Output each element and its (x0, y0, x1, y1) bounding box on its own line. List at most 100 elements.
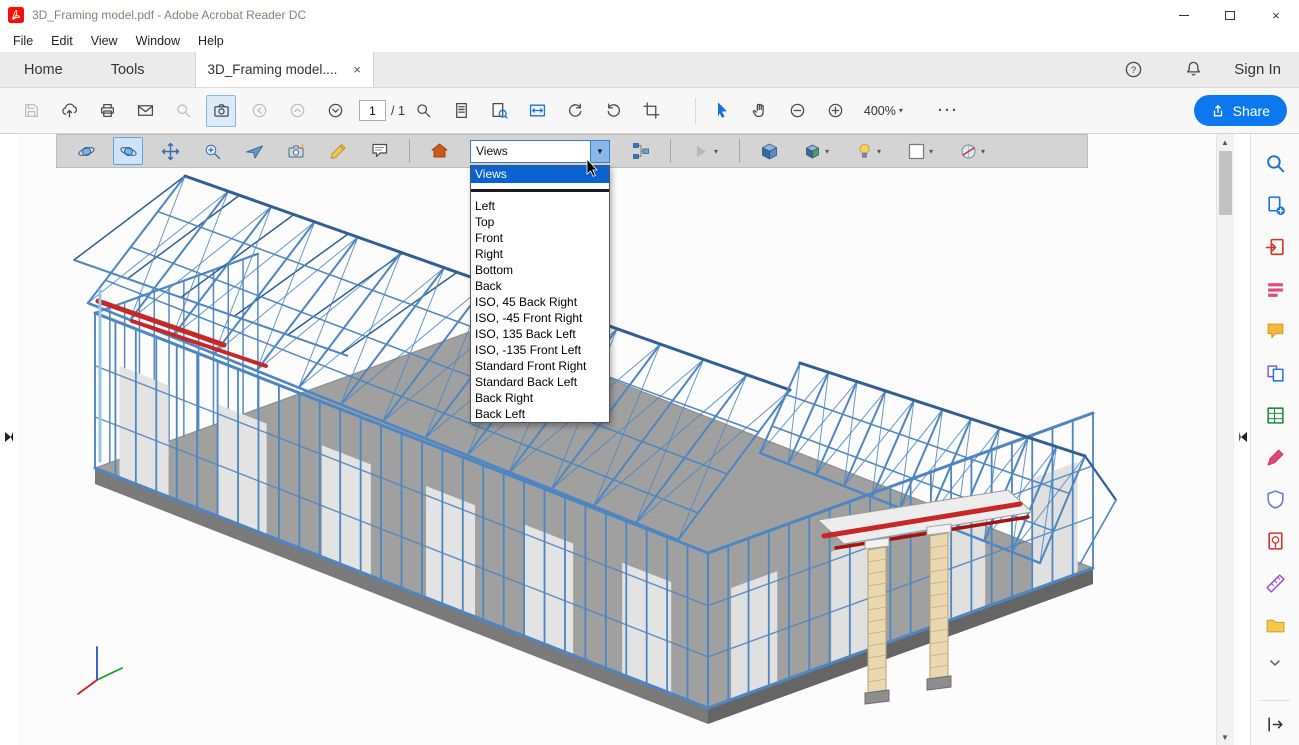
measure-3d-button[interactable] (323, 137, 353, 165)
menu-file[interactable]: File (4, 32, 42, 50)
views-dropdown-item[interactable]: ISO, 135 Back Left (471, 326, 609, 342)
more-tools-chevron-button[interactable] (1258, 654, 1292, 672)
views-dropdown-item[interactable]: Back Right (471, 390, 609, 406)
organize-pages-button[interactable] (1258, 276, 1292, 302)
views-dropdown-item[interactable]: Top (471, 214, 609, 230)
sign-in-button[interactable]: Sign In (1234, 61, 1281, 78)
spin-3d-button[interactable] (113, 137, 143, 165)
views-dropdown-item[interactable]: Left (471, 198, 609, 214)
play-icon (692, 142, 711, 161)
zoom-out-button[interactable] (783, 95, 813, 127)
more-tools-button[interactable]: ··· (938, 102, 959, 119)
panel-search-button[interactable] (1258, 150, 1292, 176)
zoom-3d-button[interactable] (197, 137, 227, 165)
tab-tools[interactable]: Tools (87, 52, 169, 87)
zoom-in-button[interactable] (821, 95, 851, 127)
maximize-button[interactable] (1207, 0, 1253, 30)
close-button[interactable]: × (1253, 0, 1299, 30)
3d-model-canvas[interactable] (18, 168, 1216, 745)
save-button[interactable] (16, 95, 46, 127)
files-button[interactable] (1258, 612, 1292, 638)
comment-button[interactable] (1258, 318, 1292, 344)
previous-view-button[interactable] (244, 95, 274, 127)
rotate-ccw-button[interactable] (561, 95, 591, 127)
notifications-button[interactable] (1178, 54, 1208, 86)
render-cube-button[interactable] (754, 137, 784, 165)
expand-left-pane-button[interactable] (5, 432, 13, 442)
render-mode-button[interactable]: ▾ (796, 137, 836, 165)
comment-3d-button[interactable] (365, 137, 395, 165)
open-tools-pane-button[interactable] (1258, 711, 1292, 737)
combine-files-button[interactable] (1258, 360, 1292, 386)
views-dropdown-item[interactable]: Standard Back Left (471, 374, 609, 390)
document-tab-close-button[interactable]: × (353, 62, 361, 77)
panel-search-icon (1265, 153, 1286, 174)
pdf-standards-icon (1265, 531, 1286, 552)
protect-button[interactable] (1258, 486, 1292, 512)
print-button[interactable] (92, 95, 122, 127)
fit-width-button[interactable] (523, 95, 553, 127)
fill-sign-button[interactable] (1258, 444, 1292, 470)
crop-button[interactable] (637, 95, 667, 127)
views-dropdown-item[interactable]: Standard Front Right (471, 358, 609, 374)
page-number-input[interactable] (359, 100, 386, 121)
tabbar-right-group: ? Sign In (1114, 52, 1299, 87)
default-view-button[interactable] (424, 137, 454, 165)
zoom-region-button[interactable] (485, 95, 515, 127)
share-button[interactable]: Share (1194, 95, 1287, 126)
hand-tool-button[interactable] (745, 95, 775, 127)
camera-3d-button[interactable] (281, 137, 311, 165)
pdf-standards-button[interactable] (1258, 528, 1292, 554)
create-pdf-button[interactable] (1258, 192, 1292, 218)
page-display-button[interactable] (447, 95, 477, 127)
model-tree-button[interactable] (626, 137, 656, 165)
menu-help[interactable]: Help (189, 32, 233, 50)
render-mode-caret-icon: ▾ (825, 147, 829, 156)
tab-document[interactable]: 3D_Framing model.... × (195, 52, 374, 87)
help-button[interactable]: ? (1118, 54, 1148, 86)
scroll-up-button[interactable]: ▲ (1217, 134, 1233, 150)
menu-view[interactable]: View (82, 32, 127, 50)
collapse-right-pane-button[interactable] (1239, 432, 1247, 442)
fly-3d-button[interactable] (239, 137, 269, 165)
menu-edit[interactable]: Edit (42, 32, 82, 50)
email-button[interactable] (130, 95, 160, 127)
find-button[interactable] (409, 95, 439, 127)
menu-window[interactable]: Window (127, 32, 189, 50)
views-dropdown-item[interactable]: ISO, -135 Front Left (471, 342, 609, 358)
scrollbar-thumb[interactable] (1219, 151, 1232, 215)
camera-3d-icon (287, 142, 306, 161)
pan-3d-button[interactable] (155, 137, 185, 165)
views-dropdown-item[interactable]: ISO, 45 Back Right (471, 294, 609, 310)
views-dropdown-item[interactable]: Back (471, 278, 609, 294)
views-dropdown-item[interactable]: Right (471, 246, 609, 262)
measure-panel-button[interactable] (1258, 570, 1292, 596)
upload-share-button[interactable] (54, 95, 84, 127)
tab-home[interactable]: Home (0, 52, 87, 87)
title-bar: 3D_Framing model.pdf - Adobe Acrobat Rea… (0, 0, 1299, 30)
views-combobox[interactable]: Views ▼ Views Left Top Front Right Botto… (470, 140, 610, 163)
zoom-level-dropdown[interactable]: 400%▾ (859, 95, 908, 127)
page-up-button[interactable] (282, 95, 312, 127)
snapshot-button[interactable] (206, 95, 236, 127)
minimize-button[interactable] (1161, 0, 1207, 30)
rotate-cw-button[interactable] (599, 95, 629, 127)
rotate-3d-button[interactable] (71, 137, 101, 165)
export-table-button[interactable] (1258, 402, 1292, 428)
rotate-ccw-icon (567, 102, 584, 119)
page-down-button[interactable] (320, 95, 350, 127)
play-animation-button[interactable]: ▾ (685, 137, 725, 165)
views-dropdown-item[interactable]: Front (471, 230, 609, 246)
select-tool-button[interactable] (707, 95, 737, 127)
scroll-down-button[interactable]: ▼ (1217, 729, 1233, 745)
marquee-zoom-button[interactable] (168, 95, 198, 127)
views-dropdown-item[interactable]: ISO, -45 Front Right (471, 310, 609, 326)
views-dropdown-item[interactable]: Back Left (471, 406, 609, 422)
cross-section-button[interactable]: ▾ (952, 137, 992, 165)
views-dropdown-item[interactable]: Bottom (471, 262, 609, 278)
export-pdf-button[interactable] (1258, 234, 1292, 260)
window-controls: × (1161, 0, 1299, 30)
background-color-button[interactable]: ▾ (900, 137, 940, 165)
lighting-button[interactable]: ▾ (848, 137, 888, 165)
vertical-scrollbar[interactable]: ▲ ▼ (1216, 134, 1233, 745)
